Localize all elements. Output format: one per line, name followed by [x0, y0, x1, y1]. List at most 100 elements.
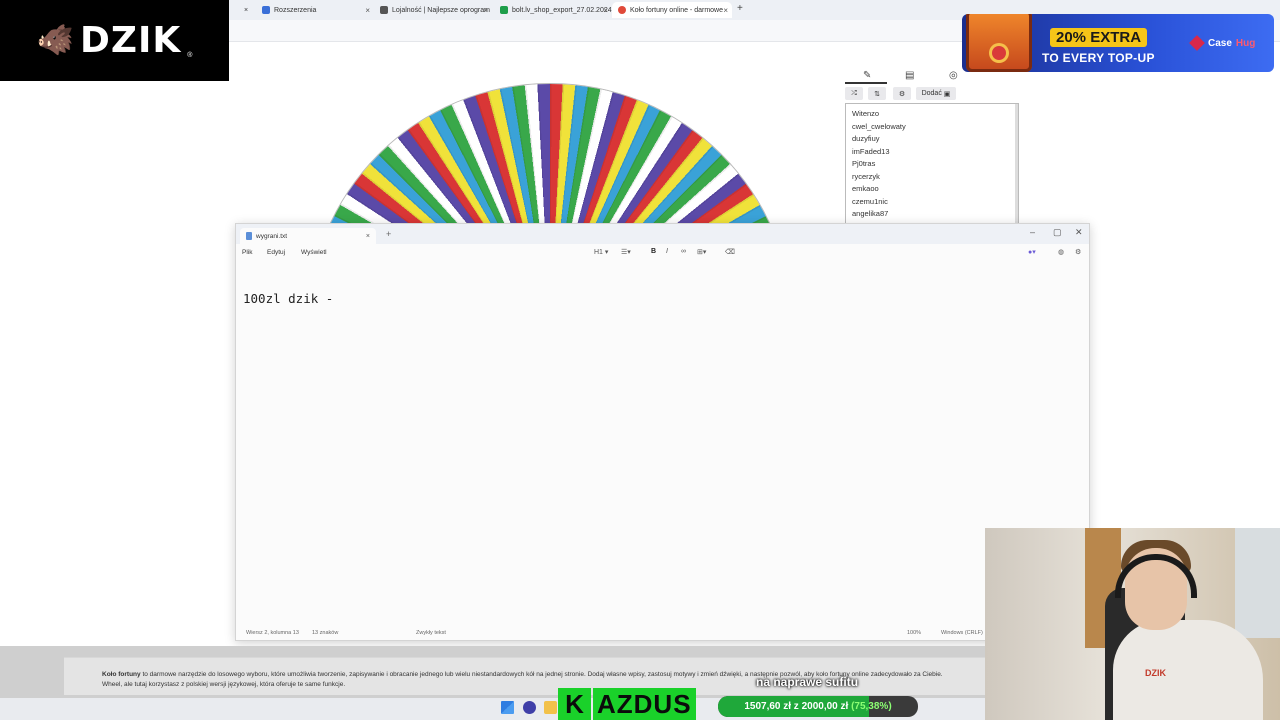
document-icon	[246, 232, 252, 240]
cursor-position: Wiersz 2, kolumna 13	[246, 630, 299, 636]
list-item: czemu1nic	[852, 196, 888, 206]
shuffle-button[interactable]: ⤮	[845, 87, 863, 100]
webcam-hoodie	[1113, 620, 1263, 720]
heading-label: H1	[594, 249, 603, 256]
menu-file[interactable]: Plik	[242, 249, 252, 256]
goal-percent: (75,38%)	[851, 701, 892, 712]
tab-loyalty[interactable]: Lojalność | Najlepsze oprogram ×	[374, 2, 492, 18]
description-bold: Koło fortuny	[102, 671, 141, 678]
tab-label: bolt.lv_shop_export_27.02.2024	[512, 6, 612, 14]
notepad-window: wygrani.txt × + – ▢ ✕ Plik Edytuj Wyświe…	[235, 223, 1090, 641]
promo-brand: Case Hug	[1189, 35, 1256, 51]
goal-text: 1507,60 zł z 2000,00 zł (75,38%)	[718, 696, 918, 717]
tab-extensions[interactable]: Rozszerzenia ×	[256, 2, 374, 18]
registered-mark: ®	[187, 52, 193, 59]
table-icon[interactable]: ⊞▾	[697, 248, 706, 256]
dzik-logo-overlay: 🐗 DZIK ®	[0, 0, 229, 81]
wheel-description: Koło fortuny to darmowe narzędzie do los…	[102, 670, 992, 690]
new-tab-button[interactable]: +	[386, 229, 391, 239]
start-icon[interactable]	[501, 701, 514, 714]
text-format: Zwykły tekst	[416, 630, 446, 636]
list-item: angelika87	[852, 209, 889, 218]
screen: × Rozszerzenia × Lojalność | Najlepsze o…	[0, 0, 1280, 720]
brand-part-1: Case	[1208, 37, 1232, 49]
close-icon: ×	[244, 6, 249, 14]
promo-subline: TO EVERY TOP-UP	[1042, 51, 1155, 65]
webcam-feed: DZIK	[985, 528, 1280, 720]
browser-icon[interactable]	[523, 701, 536, 714]
name-initial: K	[558, 688, 591, 720]
cube-icon	[1189, 35, 1205, 51]
list-item: Pj0tras	[852, 159, 876, 168]
tab-wheel-of-fortune[interactable]: Koło fortuny online - darmowe ×	[612, 2, 732, 18]
heading-dropdown[interactable]: H1 ▾	[594, 248, 608, 256]
logo-text: DZIK	[79, 20, 182, 61]
tab-sheet-export[interactable]: bolt.lv_shop_export_27.02.2024 ×	[494, 2, 612, 18]
italic-button[interactable]: I	[666, 248, 668, 255]
sort-icon: ⇅	[874, 90, 880, 98]
notepad-file-tab[interactable]: wygrani.txt ×	[240, 228, 376, 244]
boar-icon: 🐗	[36, 23, 74, 57]
list-item: imFaded13	[852, 146, 890, 156]
goal-amount: 1507,60 zł z 2000,00 zł	[744, 701, 849, 712]
copilot-icon[interactable]: ●▾	[1028, 248, 1036, 256]
add-label: Dodać	[921, 90, 942, 97]
tab-close-button[interactable]: ×	[238, 2, 254, 18]
scrollbar[interactable]	[1015, 104, 1018, 224]
settings-button[interactable]: ⚙	[893, 87, 911, 100]
casehug-promo-banner[interactable]: 20% EXTRA TO EVERY TOP-UP Case Hug	[962, 14, 1274, 72]
entries-toolbar: ✎ ▤ ◎ ⤮ ⇅ ⚙ Dodać ▣	[845, 68, 1019, 102]
list-format-icon[interactable]: ☰▾	[621, 248, 631, 256]
window-close-button[interactable]: ✕	[1075, 227, 1083, 238]
char-count: 13 znaków	[312, 630, 339, 636]
wheel-favicon-icon	[618, 6, 626, 14]
webcam-window	[1235, 528, 1280, 638]
name-rest: AZDUS	[593, 688, 696, 720]
list-item: Witenzo	[852, 109, 880, 118]
maximize-button[interactable]: ▢	[1053, 227, 1062, 238]
shuffle-icon: ⤮	[851, 89, 857, 97]
treasure-chest-icon	[966, 14, 1032, 72]
pencil-icon[interactable]: ✎	[863, 70, 871, 81]
close-icon[interactable]: ×	[365, 6, 370, 15]
brand-part-2: Hug	[1235, 37, 1256, 49]
minimize-button[interactable]: –	[1030, 227, 1035, 237]
close-icon[interactable]: ×	[366, 233, 370, 240]
link-icon[interactable]: ∞	[681, 248, 686, 255]
description-line-2: Wheel, ale tutaj korzystasz z polskiej w…	[102, 681, 346, 688]
file-explorer-icon[interactable]	[544, 701, 557, 714]
account-icon[interactable]: ◍	[1058, 248, 1064, 256]
puzzle-icon	[262, 6, 270, 14]
tab-label: Koło fortuny online - darmowe	[630, 6, 723, 14]
entries-textarea[interactable]: Witenzo cwel_cwelowaty duzyfiuy imFaded1…	[845, 103, 1019, 225]
close-icon[interactable]: ×	[723, 6, 728, 15]
donation-goal-bar: 1507,60 zł z 2000,00 zł (75,38%)	[718, 696, 918, 717]
zoom-level: 100%	[907, 630, 922, 636]
bold-button[interactable]: B	[651, 248, 656, 255]
menu-edit[interactable]: Edytuj	[267, 249, 285, 256]
close-icon[interactable]: ×	[483, 6, 488, 15]
notepad-text-area[interactable]: 100zl dzik -	[243, 291, 333, 306]
menu-view[interactable]: Wyświetl	[301, 249, 327, 256]
new-tab-button[interactable]: +	[737, 3, 743, 14]
donation-goal-title: na naprawe sufitu	[756, 675, 859, 689]
eye-off-icon[interactable]: ◎	[949, 70, 958, 81]
notepad-titlebar: wygrani.txt × + – ▢ ✕	[236, 224, 1089, 244]
list-item: rycerzyk	[852, 171, 880, 181]
streamer-name-overlay: K AZDUS	[558, 688, 696, 720]
gear-icon[interactable]: ⚙	[1075, 248, 1081, 256]
hoodie-logo: DZIK	[1145, 668, 1166, 678]
sheets-icon	[500, 6, 508, 14]
clipboard-icon[interactable]: ▤	[905, 70, 914, 81]
list-item: emkaoo	[852, 184, 879, 193]
tab-label: Rozszerzenia	[274, 6, 317, 14]
close-icon[interactable]: ×	[603, 6, 608, 15]
gear-icon: ⚙	[898, 90, 906, 98]
file-name: wygrani.txt	[256, 232, 288, 240]
clear-format-icon[interactable]: ⌫	[725, 248, 735, 256]
sort-button[interactable]: ⇅	[868, 87, 886, 100]
line-ending: Windows (CRLF)	[941, 630, 983, 636]
add-image-button[interactable]: Dodać ▣	[916, 87, 956, 100]
notepad-menubar: Plik Edytuj Wyświetl H1 ▾ ☰▾ B I ∞ ⊞▾ ⌫ …	[236, 244, 1089, 262]
promo-headline: 20% EXTRA	[1050, 28, 1148, 47]
